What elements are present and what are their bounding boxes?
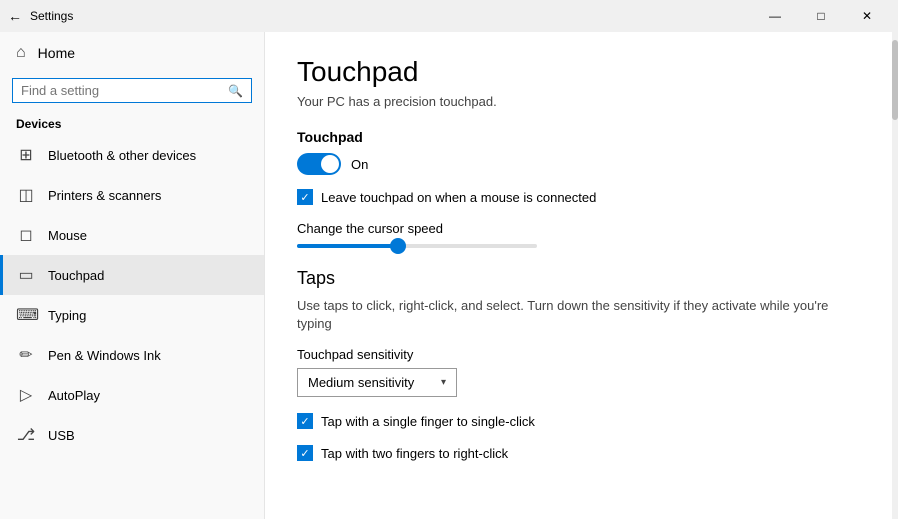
touchpad-section-label: Touchpad — [297, 129, 860, 145]
toggle-knob — [321, 155, 339, 173]
minimize-button[interactable]: — — [752, 0, 798, 32]
printers-icon: ◫ — [16, 185, 36, 205]
pen-icon: ✏ — [16, 345, 36, 365]
sidebar-item-mouse[interactable]: ◻ Mouse — [0, 215, 264, 255]
tap2-checkbox[interactable]: ✓ — [297, 445, 313, 461]
sidebar-item-pen[interactable]: ✏ Pen & Windows Ink — [0, 335, 264, 375]
toggle-row: On — [297, 153, 860, 175]
sensitivity-value: Medium sensitivity — [308, 375, 414, 390]
page-subtitle: Your PC has a precision touchpad. — [297, 94, 860, 109]
sidebar-item-label: Pen & Windows Ink — [48, 348, 161, 363]
sensitivity-label: Touchpad sensitivity — [297, 347, 860, 362]
mouse-icon: ◻ — [16, 225, 36, 245]
back-icon[interactable]: ← — [8, 8, 22, 24]
checkbox-row-tap1: ✓ Tap with a single finger to single-cli… — [297, 413, 860, 429]
main-content: Touchpad Your PC has a precision touchpa… — [265, 32, 892, 519]
tap2-label: Tap with two fingers to right-click — [321, 446, 508, 461]
tap1-label: Tap with a single finger to single-click — [321, 414, 535, 429]
mouse-checkbox[interactable]: ✓ — [297, 189, 313, 205]
sidebar-item-usb[interactable]: ⎇ USB — [0, 415, 264, 455]
title-bar-title: Settings — [30, 9, 73, 23]
sidebar-item-label: AutoPlay — [48, 388, 100, 403]
sidebar-item-label: Touchpad — [48, 268, 104, 283]
slider-title: Change the cursor speed — [297, 221, 860, 236]
title-bar-left: ← Settings — [8, 8, 73, 24]
sidebar-item-autoplay[interactable]: ▷ AutoPlay — [0, 375, 264, 415]
checkbox-row-tap2: ✓ Tap with two fingers to right-click — [297, 445, 860, 461]
taps-section-title: Taps — [297, 268, 860, 289]
sidebar-item-label: Printers & scanners — [48, 188, 161, 203]
scrollbar[interactable] — [892, 32, 898, 519]
search-input[interactable] — [21, 83, 228, 98]
tap1-checkbox[interactable]: ✓ — [297, 413, 313, 429]
title-bar: ← Settings — □ ✕ — [0, 0, 898, 32]
taps-description: Use taps to click, right-click, and sele… — [297, 297, 860, 333]
maximize-button[interactable]: □ — [798, 0, 844, 32]
close-button[interactable]: ✕ — [844, 0, 890, 32]
sidebar-item-label: USB — [48, 428, 75, 443]
devices-label: Devices — [0, 111, 264, 135]
typing-icon: ⌨ — [16, 305, 36, 325]
search-icon: 🔍 — [228, 84, 243, 98]
app-body: ⌂ Home 🔍 Devices ⊞ Bluetooth & other dev… — [0, 32, 898, 519]
sidebar-item-printers[interactable]: ◫ Printers & scanners — [0, 175, 264, 215]
autoplay-icon: ▷ — [16, 385, 36, 405]
scrollbar-thumb[interactable] — [892, 40, 898, 120]
sidebar-item-bluetooth[interactable]: ⊞ Bluetooth & other devices — [0, 135, 264, 175]
sidebar-item-typing[interactable]: ⌨ Typing — [0, 295, 264, 335]
sensitivity-dropdown[interactable]: Medium sensitivity ▾ — [297, 368, 457, 397]
bluetooth-icon: ⊞ — [16, 145, 36, 165]
search-box[interactable]: 🔍 — [12, 78, 252, 103]
check-icon: ✓ — [300, 191, 309, 204]
slider-track[interactable] — [297, 244, 537, 248]
title-bar-controls: — □ ✕ — [752, 0, 890, 32]
sidebar-home[interactable]: ⌂ Home — [0, 32, 264, 74]
toggle-label: On — [351, 157, 368, 172]
slider-fill — [297, 244, 398, 248]
sidebar-item-touchpad[interactable]: ▭ Touchpad — [0, 255, 264, 295]
check-icon: ✓ — [300, 447, 309, 460]
touchpad-toggle[interactable] — [297, 153, 341, 175]
mouse-checkbox-label: Leave touchpad on when a mouse is connec… — [321, 190, 596, 205]
usb-icon: ⎇ — [16, 425, 36, 445]
check-icon: ✓ — [300, 415, 309, 428]
sidebar-item-label: Bluetooth & other devices — [48, 148, 196, 163]
sidebar-item-label: Typing — [48, 308, 86, 323]
sidebar: ⌂ Home 🔍 Devices ⊞ Bluetooth & other dev… — [0, 32, 265, 519]
page-title: Touchpad — [297, 56, 860, 88]
sidebar-item-label: Mouse — [48, 228, 87, 243]
touchpad-icon: ▭ — [16, 265, 36, 285]
chevron-down-icon: ▾ — [441, 377, 446, 388]
home-label: Home — [38, 45, 75, 61]
slider-section: Change the cursor speed — [297, 221, 860, 248]
slider-thumb[interactable] — [390, 238, 406, 254]
checkbox-row-mouse: ✓ Leave touchpad on when a mouse is conn… — [297, 189, 860, 205]
home-icon: ⌂ — [16, 44, 26, 62]
